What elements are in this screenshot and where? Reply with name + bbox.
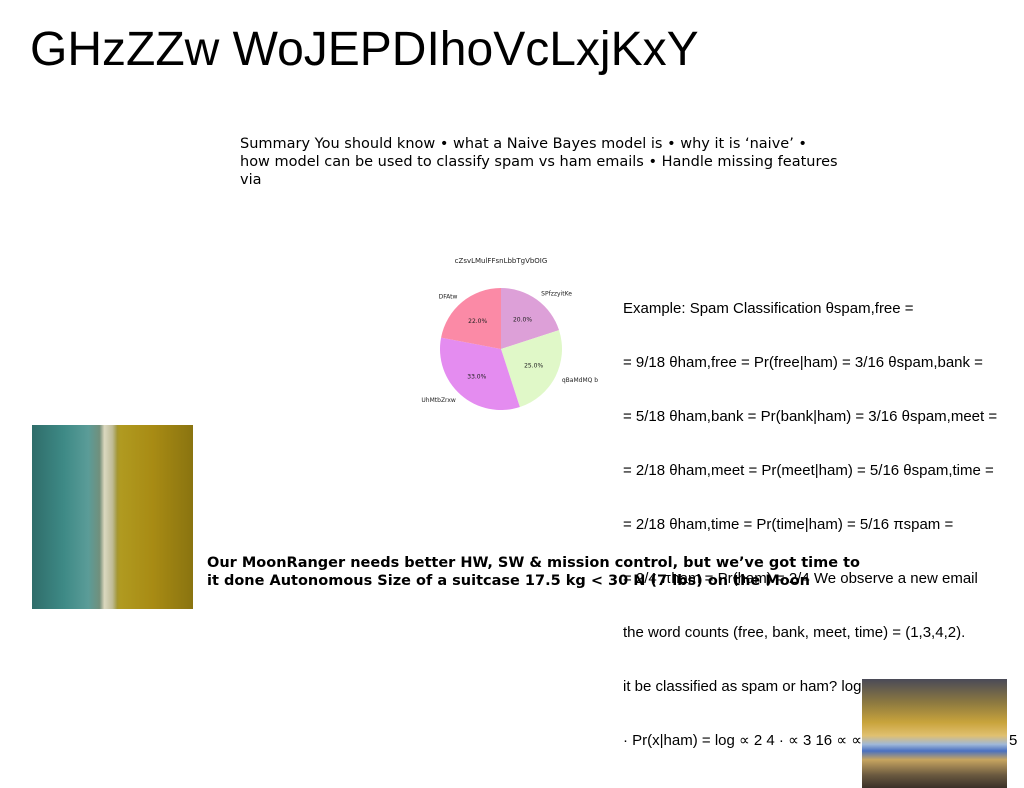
pie-pct-label: 25.0%	[524, 363, 543, 370]
example-line: = 2/18 θham,time = Pr(time|ham) = 5/16 π…	[623, 516, 954, 533]
example-line: Example: Spam Classification θspam,free …	[623, 300, 914, 317]
landscape-photo	[32, 425, 193, 609]
summary-text: Summary You should know • what a Naive B…	[240, 136, 838, 188]
pie-pct-label: 20.0%	[513, 316, 532, 323]
moonranger-text: Our MoonRanger needs better HW, SW & mis…	[207, 555, 861, 589]
pie-category-label: qBaMdMQ b	[562, 377, 598, 384]
example-line: = 9/18 θham,free = Pr(free|ham) = 3/16 θ…	[623, 354, 983, 371]
pie-category-label: DFAtw	[439, 293, 458, 300]
example-line: = 2/18 θham,meet = Pr(meet|ham) = 5/16 θ…	[623, 462, 994, 479]
seascape-photo	[862, 679, 1007, 788]
chart-title: cZsvLMulFFsnLbbTgVbOIG	[455, 257, 548, 265]
page-title: GHzZZw WoJEPDIhoVcLxjKxY	[30, 23, 699, 76]
example-line: = 5/18 θham,bank = Pr(bank|ham) = 3/16 θ…	[623, 408, 998, 425]
pie-pct-label: 22.0%	[468, 318, 487, 325]
pie-chart-svg: cZsvLMulFFsnLbbTgVbOIG 20.0% SPfzzyitKe 25…	[421, 257, 598, 410]
pie-chart: cZsvLMulFFsnLbbTgVbOIG 20.0% SPfzzyitKe 25…	[410, 252, 610, 436]
pie-category-label: SPfzzyitKe	[541, 291, 572, 298]
pie-category-label: UhMtbZrxw	[421, 397, 455, 404]
pie-pct-label: 33.0%	[467, 373, 486, 380]
example-line: the word counts (free, bank, meet, time)…	[623, 624, 966, 641]
